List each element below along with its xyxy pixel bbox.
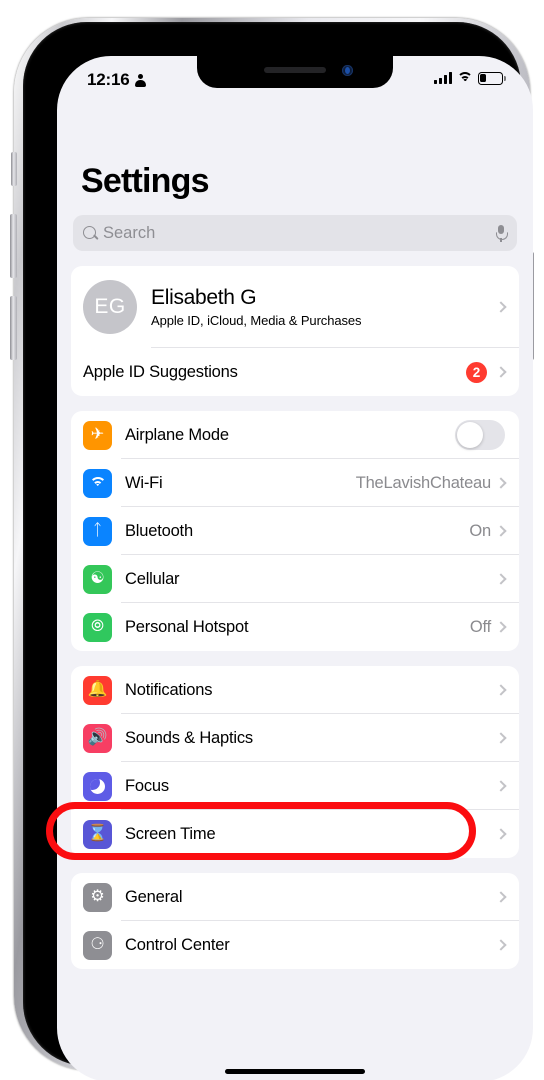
chevron-right-icon — [495, 573, 507, 585]
screenshot-root: 12:16 Settings Search EG Elisabeth G App… — [0, 0, 544, 1080]
status-bar-right — [434, 70, 506, 85]
search-icon — [83, 226, 97, 240]
microphone-icon[interactable] — [495, 224, 508, 242]
settings-row-bluetooth[interactable]: ᛏ Bluetooth On — [71, 507, 519, 555]
settings-row-wifi[interactable]: Wi-Fi TheLavishChateau — [71, 459, 519, 507]
settings-row-general[interactable]: ⚙ General — [71, 873, 519, 921]
speaker-grille — [264, 67, 326, 73]
row-label: Control Center — [125, 935, 230, 954]
bluetooth-icon: ᛏ — [83, 516, 112, 546]
settings-row-screen-time[interactable]: ⌛ Screen Time — [71, 810, 519, 858]
speaker-icon: 🔊 — [83, 723, 112, 753]
phone-screen: 12:16 Settings Search EG Elisabeth G App… — [57, 56, 533, 1080]
chevron-right-icon — [495, 525, 507, 537]
status-time: 12:16 — [87, 70, 130, 89]
moon-icon — [83, 771, 112, 801]
volume-up-button[interactable] — [10, 214, 17, 278]
wifi-icon — [457, 72, 473, 84]
row-label: Apple ID Suggestions — [83, 362, 238, 381]
apple-id-card: EG Elisabeth G Apple ID, iCloud, Media &… — [71, 266, 519, 396]
cellular-bars-icon — [434, 72, 452, 85]
settings-row-focus[interactable]: Focus — [71, 762, 519, 810]
row-value: TheLavishChateau — [355, 473, 492, 492]
airplane-mode-toggle[interactable] — [455, 420, 505, 450]
bell-icon: 🔔 — [83, 675, 112, 705]
home-indicator[interactable] — [225, 1069, 365, 1074]
search-bar[interactable]: Search — [73, 215, 517, 251]
mute-switch-button[interactable] — [11, 152, 17, 186]
search-input[interactable]: Search — [103, 224, 495, 243]
general-card: ⚙ General ⚆ Control Center — [71, 873, 519, 969]
row-label: Screen Time — [125, 824, 216, 843]
row-label: Sounds & Haptics — [125, 728, 253, 747]
account-subtitle: Apple ID, iCloud, Media & Purchases — [151, 313, 362, 328]
row-label: Personal Hotspot — [125, 617, 249, 636]
row-label: Notifications — [125, 680, 213, 699]
row-label: Bluetooth — [125, 521, 193, 540]
volume-down-button[interactable] — [10, 296, 17, 360]
row-label: Wi-Fi — [125, 473, 163, 492]
status-bar-left: 12:16 — [87, 70, 147, 90]
gear-icon: ⚙ — [83, 882, 112, 912]
settings-row-personal-hotspot[interactable]: ⦾ Personal Hotspot Off — [71, 603, 519, 651]
battery-low-icon — [478, 72, 506, 85]
page-title: Settings — [81, 162, 210, 200]
status-badge: 2 — [466, 361, 487, 383]
row-label: General — [125, 887, 183, 906]
settings-row-sounds-haptics[interactable]: 🔊 Sounds & Haptics — [71, 714, 519, 762]
control-center-icon: ⚆ — [83, 930, 112, 960]
hotspot-icon: ⦾ — [83, 612, 112, 642]
wifi-icon — [83, 468, 112, 498]
settings-row-cellular[interactable]: ☯ Cellular — [71, 555, 519, 603]
chevron-right-icon — [495, 621, 507, 633]
chevron-right-icon — [495, 780, 507, 792]
row-value: Off — [469, 617, 491, 636]
chevron-right-icon — [495, 684, 507, 696]
avatar: EG — [83, 280, 137, 334]
settings-row-notifications[interactable]: 🔔 Notifications — [71, 666, 519, 714]
settings-row-control-center[interactable]: ⚆ Control Center — [71, 921, 519, 969]
chevron-right-icon — [495, 891, 507, 903]
row-label: Airplane Mode — [125, 425, 229, 444]
phone-bezel: 12:16 Settings Search EG Elisabeth G App… — [23, 22, 533, 1080]
notifications-card: 🔔 Notifications 🔊 Sounds & Haptics Focus… — [71, 666, 519, 858]
row-label: Focus — [125, 776, 169, 795]
airplane-icon: ✈ — [83, 420, 112, 450]
settings-row-airplane-mode[interactable]: ✈ Airplane Mode — [71, 411, 519, 459]
settings-content: Settings Search EG Elisabeth G Apple ID,… — [57, 56, 533, 1080]
chevron-right-icon — [495, 301, 507, 313]
chevron-right-icon — [495, 939, 507, 951]
notch — [197, 56, 393, 88]
chevron-right-icon — [495, 477, 507, 489]
row-value: On — [469, 521, 491, 540]
apple-id-suggestions-row[interactable]: Apple ID Suggestions 2 — [71, 348, 519, 396]
front-camera-icon — [342, 65, 353, 76]
chevron-right-icon — [495, 732, 507, 744]
account-name: Elisabeth G — [151, 286, 257, 309]
apple-id-text: Elisabeth G Apple ID, iCloud, Media & Pu… — [151, 286, 497, 328]
hourglass-icon: ⌛ — [83, 819, 112, 849]
cellular-icon: ☯ — [83, 564, 112, 594]
row-label: Cellular — [125, 569, 180, 588]
connectivity-card: ✈ Airplane Mode Wi-Fi TheLavishChateau ᛏ… — [71, 411, 519, 651]
chevron-right-icon — [495, 366, 507, 378]
apple-id-row[interactable]: EG Elisabeth G Apple ID, iCloud, Media &… — [71, 266, 519, 348]
chevron-right-icon — [495, 828, 507, 840]
person-icon — [135, 73, 147, 87]
